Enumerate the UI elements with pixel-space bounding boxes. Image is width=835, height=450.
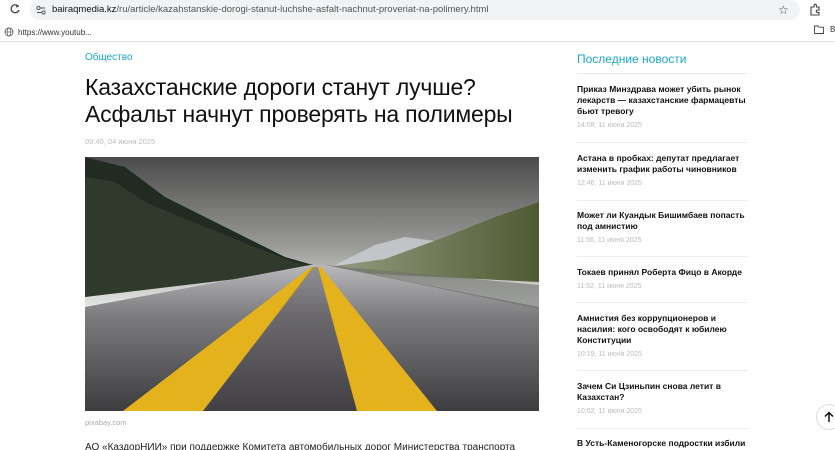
news-title[interactable]: Зачем Си Цзиньпин снова летит в Казахста…: [577, 381, 747, 403]
news-divider: [577, 370, 747, 371]
news-item[interactable]: Астана в пробках: депутат предлагает изм…: [577, 153, 747, 187]
news-divider: [577, 428, 747, 429]
image-caption: pixabay.com: [85, 418, 127, 427]
news-time: 11:56, 11 июня 2025: [577, 237, 642, 244]
bookmark-folder-label: В: [830, 25, 835, 34]
news-title[interactable]: Астана в пробках: депутат предлагает изм…: [577, 153, 747, 175]
news-title[interactable]: В Усть-Каменогорске подростки избили: [577, 438, 747, 449]
sidebar-divider: [577, 73, 747, 74]
url-host: bairaqmedia.kz: [52, 4, 117, 15]
news-title[interactable]: Токаев принял Роберта Фицо в Акорде: [577, 267, 747, 278]
bookmark-folder[interactable]: В: [814, 25, 835, 34]
article-body-first-line: АО «КаздорНИИ» при поддержке Комитета ав…: [85, 442, 516, 450]
news-time: 11:52, 11 июня 2025: [577, 283, 642, 290]
news-time: 10:02, 11 июня 2025: [577, 408, 642, 415]
bookmark-label: https://www.youtub...: [18, 27, 92, 37]
star-icon[interactable]: ☆: [778, 3, 789, 17]
url-path: /ru/article/kazahstanskie-dorogi-stanut-…: [116, 4, 489, 15]
news-time: 12:46, 11 июня 2025: [577, 180, 642, 187]
extensions-icon[interactable]: [808, 3, 822, 17]
bookmarks-bar: https://www.youtub... В: [0, 22, 835, 42]
folder-icon: [814, 25, 824, 34]
news-item[interactable]: Зачем Си Цзиньпин снова летит в Казахста…: [577, 381, 747, 415]
news-item[interactable]: В Усть-Каменогорске подростки избили: [577, 438, 747, 449]
news-item[interactable]: Приказ Минздрава может убить рынок лекар…: [577, 84, 747, 129]
news-item[interactable]: Амнистия без коррупционеров и насилия: к…: [577, 313, 747, 358]
reload-icon[interactable]: [8, 3, 22, 17]
url-text[interactable]: bairaqmedia.kz/ru/article/kazahstanskie-…: [52, 4, 489, 15]
news-title[interactable]: Приказ Минздрава может убить рынок лекар…: [577, 84, 747, 117]
news-divider: [577, 142, 747, 143]
news-title[interactable]: Амнистия без коррупционеров и насилия: к…: [577, 313, 747, 346]
news-divider: [577, 200, 747, 201]
news-title[interactable]: Может ли Куандык Бишимбаев попасть под а…: [577, 210, 747, 232]
site-info-icon[interactable]: [34, 3, 48, 17]
article-category-link[interactable]: Общество: [85, 52, 133, 63]
browser-toolbar: bairaqmedia.kz/ru/article/kazahstanskie-…: [0, 0, 835, 22]
news-divider: [577, 302, 747, 303]
news-divider: [577, 256, 747, 257]
news-item[interactable]: Может ли Куандык Бишимбаев попасть под а…: [577, 210, 747, 244]
sidebar-heading: Последние новости: [577, 52, 687, 66]
article-hero-image: [85, 157, 539, 411]
news-time: 10:19, 11 июня 2025: [577, 351, 642, 358]
article-title: Казахстанские дороги станут лучше? Асфал…: [85, 74, 513, 127]
bookmark-youtube[interactable]: https://www.youtub...: [4, 25, 92, 39]
news-item[interactable]: Токаев принял Роберта Фицо в Акорде 11:5…: [577, 267, 747, 290]
arrow-up-icon[interactable]: [816, 404, 835, 430]
news-time: 14:08, 11 июня 2025: [577, 122, 642, 129]
article-date: 09:40, 04 июня 2025: [85, 137, 156, 146]
globe-icon: [4, 27, 14, 37]
